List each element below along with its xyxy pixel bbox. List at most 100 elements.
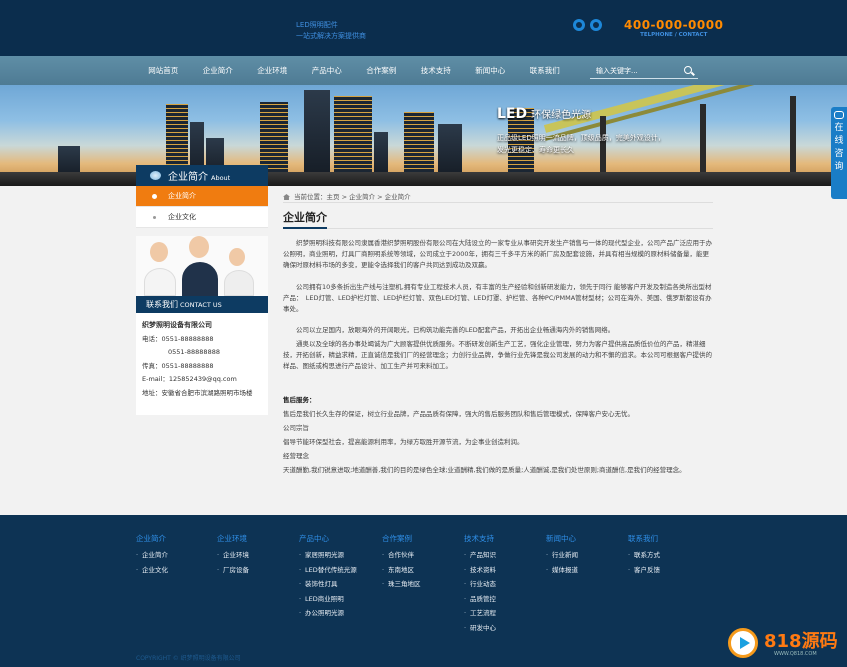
contact-info: 织梦照明设备有限公司 电话：0551-88888888 0551-8888888… xyxy=(136,313,268,415)
header-social-icons xyxy=(573,19,607,31)
footer-column-title[interactable]: 新闻中心 xyxy=(546,533,578,544)
home-icon xyxy=(283,194,290,200)
slogan-line2: 一站式解决方案提供商 xyxy=(296,32,366,40)
footer-link[interactable]: 厂房设备 xyxy=(217,563,249,578)
footer-column-products: 产品中心 家居照明光源 LED替代传统光源 装饰性灯具 LED商业照明 办公照明… xyxy=(299,533,357,621)
footer-link[interactable]: 研发中心 xyxy=(464,621,496,636)
breadcrumb-text[interactable]: 当前位置：主页 > 企业简介 > 企业简介 xyxy=(294,193,411,201)
footer-column-title[interactable]: 企业环境 xyxy=(217,533,249,544)
footer-link[interactable]: 客户反馈 xyxy=(628,563,660,578)
contact-header: 联系我们 CONTACT US xyxy=(136,296,268,313)
phone-number: 400-000-0000 xyxy=(624,18,724,32)
chat-icon xyxy=(834,111,844,119)
hero-banner xyxy=(0,85,847,186)
contact-phone-2: 0551-88888888 xyxy=(168,348,220,356)
building-shape xyxy=(404,112,434,176)
contact-email[interactable]: E-mail：125852439@qq.com xyxy=(142,373,268,387)
nav-item-products[interactable]: 产品中心 xyxy=(300,56,355,85)
footer-column-contact: 联系我们 联系方式 客户反馈 xyxy=(628,533,660,577)
nav-item-home[interactable]: 网站首页 xyxy=(136,56,191,85)
banner-subtitle-2: 发光更稳定、寿命更长久 xyxy=(497,146,574,154)
footer-column-title[interactable]: 联系我们 xyxy=(628,533,660,544)
intro-paragraph: 织梦照明科技有限公司隶属香港织梦照明股份有限公司在大陆设立的一家专业从事研究开发… xyxy=(283,239,712,269)
contact-phone: 电话：0551-88888888 xyxy=(142,334,214,343)
watermark-url: WWW.Q818.COM xyxy=(774,651,817,657)
contact-title-en: CONTACT US xyxy=(180,301,222,309)
contact-address: 地址：安徽省合肥市滨湖路照明市场楼 xyxy=(142,388,253,397)
qq-icon[interactable] xyxy=(573,19,585,31)
footer-column-news: 新闻中心 行业新闻 媒体报道 xyxy=(546,533,578,577)
nav-item-support[interactable]: 技术支持 xyxy=(409,56,464,85)
footer-link[interactable]: 产品知识 xyxy=(464,548,496,563)
footer-link[interactable]: 工艺流程 xyxy=(464,606,496,621)
online-char: 询 xyxy=(834,162,844,172)
sidebar-item-culture[interactable]: 企业文化 xyxy=(136,207,268,228)
company-name: 织梦照明设备有限公司 xyxy=(142,321,212,329)
slogan-line1: LED照明配件 xyxy=(296,21,338,29)
footer-link[interactable]: LED商业照明 xyxy=(299,592,357,607)
footer-link[interactable]: 企业简介 xyxy=(136,548,168,563)
footer-column-environment: 企业环境 企业环境 厂房设备 xyxy=(217,533,249,577)
footer-link[interactable]: LED替代传统光源 xyxy=(299,563,357,578)
footer-column-title[interactable]: 产品中心 xyxy=(299,533,357,544)
sidebar-menu: 企业简介 企业文化 xyxy=(136,186,268,228)
footer-link[interactable]: 珠三角地区 xyxy=(382,577,421,592)
search-input[interactable] xyxy=(590,63,678,78)
person-shape xyxy=(224,270,254,296)
bridge-pillar xyxy=(700,104,706,176)
divider xyxy=(283,202,713,203)
footer-column-about: 企业简介 企业简介 企业文化 xyxy=(136,533,168,577)
after-sale-title: 售后服务： xyxy=(283,396,316,404)
copyright: COPYRIGHT © 织梦照明设备有限公司 xyxy=(136,655,241,662)
footer-column-cases: 合作案例 合作伙伴 东南地区 珠三角地区 xyxy=(382,533,421,592)
contact-title-cn: 联系我们 xyxy=(146,300,178,309)
after-sale-text: 售后是我们长久生存的保证，树立行业品牌，产品品质有保障，强大的售后服务团队和售后… xyxy=(283,410,634,418)
footer-link[interactable]: 办公照明光源 xyxy=(299,606,357,621)
purpose-text: 倡导节能环保型社会，提高能源利用率，为绿方取胜开源节流，为企事业创造利润。 xyxy=(283,438,524,446)
nav-item-about[interactable]: 企业简介 xyxy=(191,56,246,85)
search-icon[interactable] xyxy=(684,66,692,74)
concept-title: 经营理念 xyxy=(283,452,309,460)
nav-item-news[interactable]: 新闻中心 xyxy=(463,56,518,85)
footer-link[interactable]: 合作伙伴 xyxy=(382,548,421,563)
building-shape xyxy=(334,96,372,176)
nav-item-environment[interactable]: 企业环境 xyxy=(245,56,300,85)
top-header: LED照明配件 一站式解决方案提供商 400-000-0000 TELPHONE… xyxy=(0,0,847,56)
person-head xyxy=(229,248,245,266)
footer-link[interactable]: 联系方式 xyxy=(628,548,660,563)
footer-link[interactable]: 技术资料 xyxy=(464,563,496,578)
footer-link[interactable]: 媒体报道 xyxy=(546,563,578,578)
footer-link[interactable]: 企业文化 xyxy=(136,563,168,578)
header-slogan: LED照明配件 一站式解决方案提供商 xyxy=(296,20,366,42)
sidebar-title-cn: 企业简介 xyxy=(168,172,208,183)
search-box xyxy=(590,63,698,79)
main-nav: 网站首页 企业简介 企业环境 产品中心 合作案例 技术支持 新闻中心 联系我们 xyxy=(0,56,847,85)
online-char: 在 xyxy=(834,123,844,133)
concept-text: 天道酬勤,我们锐意进取;地道酬善,我们的目的是绿色全球;业道酬精,我们做的是质量… xyxy=(283,466,686,474)
footer-column-support: 技术支持 产品知识 技术资料 行业动态 品质管控 工艺流程 研发中心 xyxy=(464,533,496,635)
banner-ground xyxy=(0,172,847,186)
contact-fax: 传真：0551-88888888 xyxy=(142,361,214,370)
person-shape xyxy=(144,268,176,296)
online-consult-button[interactable]: 在 线 咨 询 xyxy=(831,107,847,199)
weibo-icon[interactable] xyxy=(590,19,602,31)
banner-title: LED 环保绿色光源 xyxy=(497,106,591,122)
bridge-pillar xyxy=(600,116,606,176)
footer-link[interactable]: 行业新闻 xyxy=(546,548,578,563)
footer-column-title[interactable]: 企业简介 xyxy=(136,533,168,544)
intro-paragraph: 通奥以及全球的各办事处竭诚为广大顾客提供优质服务。不断研发创新生产工艺，强化企业… xyxy=(283,340,712,370)
footer-link[interactable]: 东南地区 xyxy=(382,563,421,578)
footer-link[interactable]: 家居照明光源 xyxy=(299,548,357,563)
sidebar-item-about[interactable]: 企业简介 xyxy=(136,186,268,207)
footer-link[interactable]: 装饰性灯具 xyxy=(299,577,357,592)
footer-link[interactable]: 行业动态 xyxy=(464,577,496,592)
banner-subtitle-1: 正品级LED照明一流品牌，顶级品质，完美外观设计， xyxy=(497,134,665,142)
bullet-icon xyxy=(153,216,156,219)
nav-item-contact[interactable]: 联系我们 xyxy=(518,56,573,85)
footer-column-title[interactable]: 合作案例 xyxy=(382,533,421,544)
footer-link[interactable]: 品质管控 xyxy=(464,592,496,607)
footer-link[interactable]: 企业环境 xyxy=(217,548,249,563)
sidebar-item-label: 企业文化 xyxy=(168,213,196,221)
footer-column-title[interactable]: 技术支持 xyxy=(464,533,496,544)
nav-item-cases[interactable]: 合作案例 xyxy=(354,56,409,85)
